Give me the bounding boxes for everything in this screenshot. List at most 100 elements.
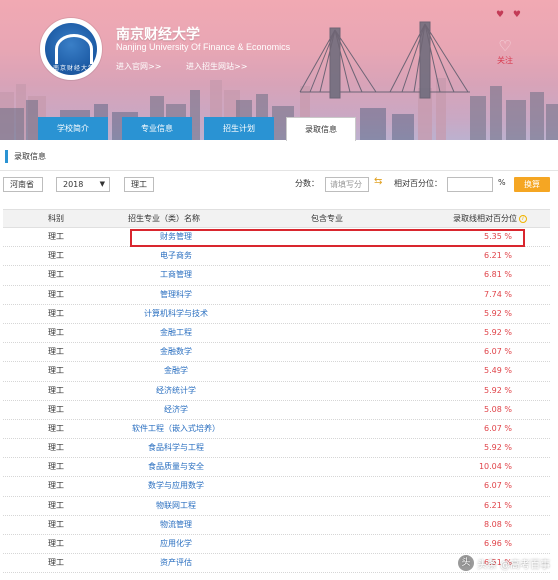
row-category: 理工 bbox=[48, 423, 64, 433]
table-row: 理工 金融工程 5.92 % bbox=[3, 324, 550, 344]
row-percentile: 6.21 % bbox=[484, 500, 512, 510]
dropdown-arrow-icon: ▼ bbox=[99, 180, 105, 188]
row-major-link[interactable]: 经济学 bbox=[103, 401, 249, 420]
header-percentile: 录取线相对百分位 i bbox=[453, 210, 527, 228]
heart-icon: ♡ bbox=[498, 37, 512, 55]
percentile-label: 相对百分位： bbox=[394, 179, 442, 188]
percentile-input[interactable] bbox=[447, 177, 493, 192]
table-row: 理工 物流管理 8.08 % bbox=[3, 516, 550, 535]
row-category: 理工 bbox=[48, 500, 64, 510]
row-major-link[interactable]: 管理科学 bbox=[103, 286, 249, 305]
table-row: 理工 物联网工程 6.21 % bbox=[3, 497, 550, 516]
watermark-text: 头条 @高考百事 bbox=[477, 559, 551, 571]
table-row: 理工 食品质量与安全 10.04 % bbox=[3, 458, 550, 478]
subject-select[interactable]: 理工 bbox=[124, 177, 154, 192]
row-category: 理工 bbox=[48, 443, 64, 453]
row-major-link[interactable]: 应用化学 bbox=[103, 535, 249, 554]
row-major-link[interactable]: 食品科学与工程 bbox=[103, 439, 249, 458]
table-header: 科别 招生专业（类）名称 包含专业 录取线相对百分位 i bbox=[3, 209, 550, 228]
row-percentile: 10.04 % bbox=[478, 462, 512, 472]
follow-button[interactable]: ♡ 关注 bbox=[492, 38, 518, 66]
tab-school-intro[interactable]: 学校简介 bbox=[38, 117, 108, 140]
tab-admission-info[interactable]: 录取信息 bbox=[286, 117, 356, 141]
row-percentile: 5.35 % bbox=[484, 232, 512, 241]
table-row: 理工 管理科学 7.74 % bbox=[3, 286, 550, 305]
table-row: 理工 应用化学 6.96 % bbox=[3, 535, 550, 555]
row-percentile: 5.92 % bbox=[484, 443, 512, 453]
header-major: 招生专业（类）名称 bbox=[128, 214, 200, 223]
header-includes: 包含专业 bbox=[311, 214, 343, 223]
table-row: 理工 食品科学与工程 5.92 % bbox=[3, 439, 550, 459]
row-percentile: 7.74 % bbox=[484, 289, 512, 299]
province-select[interactable]: 河南省 bbox=[3, 177, 43, 192]
row-major-link[interactable]: 财务管理 bbox=[103, 228, 249, 247]
row-percentile: 5.92 % bbox=[484, 308, 512, 318]
table-row: 理工 金融数学 6.07 % bbox=[3, 343, 550, 363]
row-major-link[interactable]: 经济统计学 bbox=[103, 382, 249, 401]
percent-sign: % bbox=[498, 178, 506, 187]
row-major-link[interactable]: 数学与应用数学 bbox=[103, 477, 249, 496]
row-percentile: 6.07 % bbox=[484, 481, 512, 491]
row-major-link[interactable]: 食品质量与安全 bbox=[103, 458, 249, 477]
university-name-en: Nanjing University Of Finance & Economic… bbox=[116, 42, 291, 52]
table-row: 理工 数学与应用数学 6.07 % bbox=[3, 477, 550, 497]
row-category: 理工 bbox=[48, 251, 64, 261]
table-row: 理工 财务管理 5.35 % bbox=[3, 228, 550, 248]
row-major-link[interactable]: 计算机科学与技术 bbox=[103, 305, 249, 324]
section-title: 录取信息 bbox=[5, 150, 46, 163]
row-category: 理工 bbox=[48, 539, 64, 548]
row-major-link[interactable]: 金融工程 bbox=[103, 324, 249, 343]
row-percentile: 5.92 % bbox=[484, 327, 512, 337]
score-input[interactable]: 请填写分 bbox=[325, 177, 369, 192]
year-value: 2018 bbox=[63, 180, 84, 189]
row-category: 理工 bbox=[48, 232, 64, 241]
table-row: 理工 金融学 5.49 % bbox=[3, 362, 550, 382]
heart-decoration-icon: ♥ ♥ bbox=[496, 10, 524, 20]
row-percentile: 8.08 % bbox=[484, 519, 512, 529]
admission-table: 科别 招生专业（类）名称 包含专业 录取线相对百分位 i 理工 财务管理 5.35 %… bbox=[3, 209, 550, 574]
table-row: 理工 工商管理 6.81 % bbox=[3, 266, 550, 286]
row-major-link[interactable]: 资产评估 bbox=[103, 554, 249, 573]
header-category: 科别 bbox=[48, 214, 64, 223]
table-row: 理工 经济学 5.08 % bbox=[3, 401, 550, 420]
info-icon[interactable]: i bbox=[519, 215, 527, 223]
table-row: 理工 软件工程（嵌入式培养） 6.07 % bbox=[3, 420, 550, 440]
tab-enrollment-plan[interactable]: 招生计划 bbox=[204, 117, 274, 140]
row-category: 理工 bbox=[48, 347, 64, 357]
table-row: 理工 计算机科学与技术 5.92 % bbox=[3, 305, 550, 324]
row-percentile: 6.21 % bbox=[484, 251, 512, 261]
row-major-link[interactable]: 软件工程（嵌入式培养） bbox=[103, 420, 249, 439]
row-major-link[interactable]: 物联网工程 bbox=[103, 497, 249, 516]
university-logo: 南京财经大学 bbox=[40, 18, 102, 80]
row-category: 理工 bbox=[48, 404, 64, 414]
row-category: 理工 bbox=[48, 289, 64, 299]
row-major-link[interactable]: 物流管理 bbox=[103, 516, 249, 535]
row-percentile: 5.08 % bbox=[484, 404, 512, 414]
swap-arrows-icon[interactable]: ⇆ bbox=[374, 176, 382, 187]
row-category: 理工 bbox=[48, 558, 64, 568]
row-percentile: 6.96 % bbox=[484, 539, 512, 548]
row-category: 理工 bbox=[48, 481, 64, 491]
row-percentile: 6.07 % bbox=[484, 347, 512, 357]
row-major-link[interactable]: 金融学 bbox=[103, 362, 249, 381]
row-percentile: 6.07 % bbox=[484, 423, 512, 433]
admission-site-link[interactable]: 进入招生网站>> bbox=[186, 61, 247, 72]
tab-bar: 学校简介 专业信息 招生计划 录取信息 bbox=[0, 117, 558, 141]
official-site-link[interactable]: 进入官网>> bbox=[116, 61, 161, 72]
table-body: 理工 财务管理 5.35 % 理工 电子商务 6.21 % 理工 工商管理 6.81 % 理工 管理… bbox=[3, 228, 550, 574]
row-percentile: 5.92 % bbox=[484, 385, 512, 395]
section-divider bbox=[0, 170, 558, 171]
row-percentile: 5.49 % bbox=[484, 366, 512, 376]
toutiao-logo-icon: 头 bbox=[458, 555, 474, 571]
convert-button[interactable]: 换算 bbox=[514, 177, 550, 192]
year-select[interactable]: 2018 ▼ bbox=[56, 177, 110, 192]
row-major-link[interactable]: 电子商务 bbox=[103, 247, 249, 266]
row-major-link[interactable]: 工商管理 bbox=[103, 266, 249, 285]
table-row: 理工 电子商务 6.21 % bbox=[3, 247, 550, 267]
row-category: 理工 bbox=[48, 270, 64, 280]
row-category: 理工 bbox=[48, 308, 64, 318]
row-major-link[interactable]: 金融数学 bbox=[103, 343, 249, 362]
row-category: 理工 bbox=[48, 462, 64, 472]
row-category: 理工 bbox=[48, 385, 64, 395]
tab-major-info[interactable]: 专业信息 bbox=[122, 117, 192, 140]
